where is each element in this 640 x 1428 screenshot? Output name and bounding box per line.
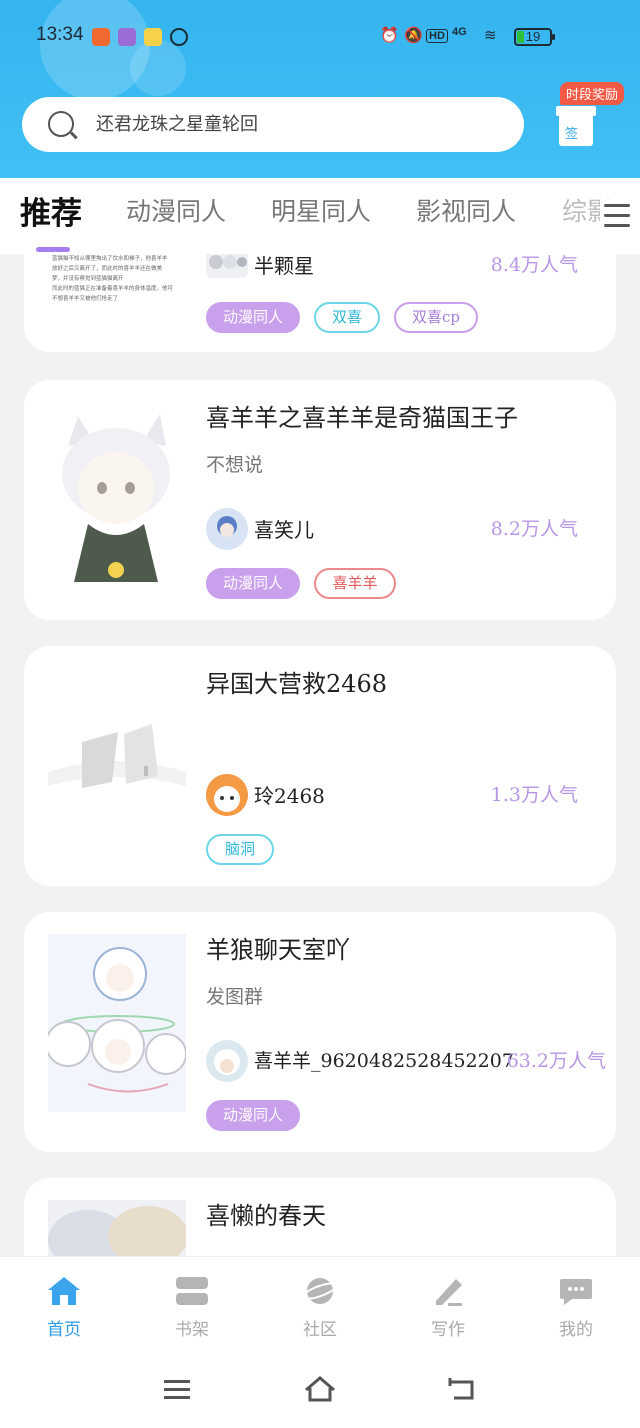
nav-mine[interactable]: 我的 (536, 1275, 616, 1340)
story-feed: 蓝猫猫不知从哪里掏出了饮水和梯子，他喜羊羊 放好之后又离开了，而此时的喜羊羊还在… (0, 254, 640, 1256)
top-header: 13:34 ⏰ 🔕 HD 4G ≋ 19 时段奖励 签 (0, 0, 640, 178)
home-icon (48, 1277, 80, 1305)
story-title: 喜羊羊之喜羊羊是奇猫国王子 (206, 404, 518, 432)
story-cover (48, 676, 186, 852)
wifi-icon: ≋ (484, 27, 497, 44)
battery-level: 19 (525, 29, 541, 44)
story-card[interactable]: 羊狼聊天室吖 发图群 喜羊羊_9620482528452207 63.2万人气 … (24, 912, 616, 1152)
tag-pill[interactable]: 脑洞 (206, 834, 274, 865)
nav-home[interactable]: 首页 (24, 1275, 104, 1340)
story-cover (48, 1200, 186, 1256)
story-cover (45, 934, 187, 1112)
reward-tag: 时段奖励 (560, 82, 625, 105)
tab-recommend[interactable]: 推荐 (20, 188, 82, 233)
alarm-icon: ⏰ (380, 27, 399, 44)
app-notification-icon (170, 28, 188, 46)
story-subtitle: 发图群 (206, 986, 264, 1008)
story-card[interactable]: 蓝猫猫不知从哪里掏出了饮水和梯子，他喜羊羊 放好之后又离开了，而此时的喜羊羊还在… (24, 254, 616, 352)
author-name: 玲2468 (254, 784, 325, 808)
back-icon[interactable] (446, 1376, 478, 1402)
popularity: 8.4万人气 (490, 254, 578, 276)
popularity: 1.3万人气 (490, 784, 578, 806)
nav-label: 书架 (175, 1320, 209, 1340)
story-cover (48, 406, 186, 582)
search-bar[interactable] (22, 97, 524, 152)
chat-bubble-icon (560, 1279, 592, 1305)
category-menu-icon[interactable] (600, 200, 634, 232)
nav-label: 写作 (431, 1320, 465, 1340)
mute-icon: 🔕 (404, 27, 423, 44)
battery-icon: 19 (514, 28, 555, 46)
tag-pill[interactable]: 双喜 (314, 302, 380, 333)
active-tab-indicator (36, 247, 70, 252)
cover-text-line: 放好之后又离开了，而此时的喜羊羊还在做美 (52, 266, 163, 272)
search-input[interactable] (96, 105, 496, 143)
tag-pill[interactable]: 动漫同人 (206, 302, 300, 333)
planet-icon (301, 1278, 339, 1304)
story-title: 喜懒的春天 (206, 1202, 326, 1230)
sign-label: 签 (565, 127, 579, 142)
gift-icon: 签 (556, 106, 596, 146)
story-cover: 蓝猫猫不知从哪里掏出了饮水和梯子，他喜羊羊 放好之后又离开了，而此时的喜羊羊还在… (52, 254, 182, 334)
tag-pill[interactable]: 喜羊羊 (314, 568, 396, 599)
nav-label: 首页 (47, 1320, 81, 1340)
story-card[interactable]: 喜羊羊之喜羊羊是奇猫国王子 不想说 喜笑儿 8.2万人气 动漫同人 喜羊羊 (24, 380, 616, 620)
tag-pill[interactable]: 动漫同人 (206, 568, 300, 599)
popularity: 8.2万人气 (490, 518, 578, 540)
author-avatar (206, 774, 248, 816)
story-title: 羊狼聊天室吖 (206, 936, 350, 964)
story-card[interactable]: 喜懒的春天 (24, 1178, 616, 1256)
status-bar: 13:34 ⏰ 🔕 HD 4G ≋ 19 (0, 0, 640, 72)
app-notification-icon (144, 28, 162, 46)
app-notification-icon (92, 28, 110, 46)
tab-celebrity-fanfic[interactable]: 明星同人 (271, 192, 371, 228)
cover-text-line: 梦，并没有察觉到蓝猫猫离开 (52, 276, 124, 282)
status-time: 13:34 (36, 24, 84, 45)
category-tabs: 推荐 动漫同人 明星同人 影视同人 综影 (0, 178, 640, 254)
tag-pill[interactable]: 动漫同人 (206, 1100, 300, 1131)
system-nav-bar (0, 1350, 640, 1428)
hd-icon: HD (426, 29, 448, 43)
network-icon: 4G (452, 26, 467, 38)
tab-film-tv-fanfic[interactable]: 影视同人 (416, 192, 516, 228)
tag-pill[interactable]: 双喜cp (394, 302, 478, 333)
cover-text-line: 蓝猫猫不知从哪里掏出了饮水和梯子，他喜羊羊 (52, 256, 168, 262)
recent-apps-icon[interactable] (162, 1378, 192, 1400)
bottom-nav: 首页 书架 社区 写作 我的 (0, 1256, 640, 1350)
nav-bookshelf[interactable]: 书架 (152, 1275, 232, 1340)
pencil-icon (436, 1279, 462, 1306)
app-notification-icon (118, 28, 136, 46)
cover-text-line: 不想喜羊羊又被他们抢走了 (52, 296, 119, 302)
author-name: 半颗星 (254, 254, 314, 278)
nav-community[interactable]: 社区 (280, 1275, 360, 1340)
author-avatar (206, 508, 248, 550)
author-name: 喜羊羊_9620482528452207 (254, 1050, 514, 1072)
author-name: 喜笑儿 (254, 518, 314, 542)
nav-label: 社区 (303, 1320, 337, 1340)
story-card[interactable]: 异国大营救2468 玲2468 1.3万人气 脑洞 (24, 646, 616, 886)
cover-text-line: 而此时的蓝猫正在准备着喜羊羊的身体温度，他可 (52, 286, 174, 292)
nav-write[interactable]: 写作 (408, 1275, 488, 1340)
tab-anime-fanfic[interactable]: 动漫同人 (126, 192, 226, 228)
popularity: 63.2万人气 (506, 1050, 606, 1072)
search-icon (48, 111, 74, 137)
bookshelf-icon (176, 1277, 208, 1305)
time-reward-button[interactable]: 时段奖励 签 (555, 82, 625, 152)
nav-label: 我的 (559, 1320, 593, 1340)
author-avatar (206, 254, 248, 278)
story-subtitle: 不想说 (206, 454, 264, 476)
author-avatar (206, 1040, 248, 1082)
story-title: 异国大营救2468 (206, 670, 388, 698)
home-button-icon[interactable] (302, 1374, 338, 1404)
